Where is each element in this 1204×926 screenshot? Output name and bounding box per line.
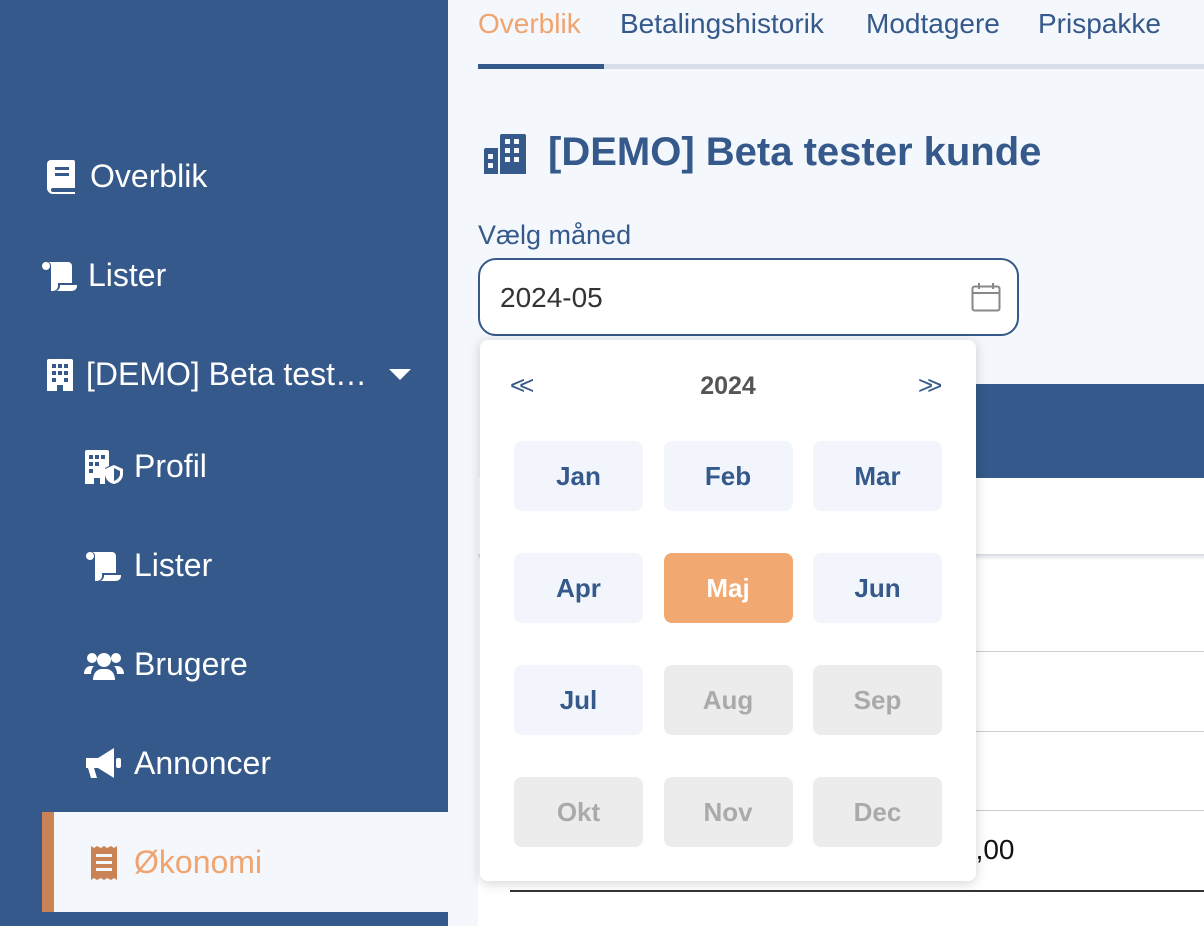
table-total-divider <box>510 890 1204 892</box>
sidebar-item-label: [DEMO] Beta test… <box>86 356 367 392</box>
month-cell: Nov <box>663 777 793 847</box>
month-cell[interactable]: Maj <box>663 553 793 623</box>
month-cell[interactable]: Jul <box>514 665 643 735</box>
sidebar-item-label: Profil <box>134 448 207 484</box>
sidebar-item-annoncer[interactable]: Annoncer <box>84 745 271 782</box>
month-cell: Okt <box>514 777 643 847</box>
sidebar-item-lister-sub[interactable]: Lister <box>84 547 212 584</box>
megaphone-icon <box>84 746 124 782</box>
active-tab-indicator <box>478 64 604 69</box>
table-row-divider <box>975 810 1204 811</box>
month-cell: Dec <box>813 777 942 847</box>
sidebar-item-customer[interactable]: [DEMO] Beta test… <box>44 356 411 393</box>
calendar-icon[interactable] <box>971 282 1001 312</box>
sidebar-item-label: Lister <box>88 257 167 293</box>
month-input-value: 2024-05 <box>500 282 603 313</box>
users-icon <box>84 647 124 683</box>
month-cell: Sep <box>813 665 942 735</box>
table-row-divider <box>975 651 1204 652</box>
tab-betalingshistorik[interactable]: Betalingshistorik <box>620 8 824 40</box>
sidebar-item-label: Brugere <box>134 646 248 682</box>
book-icon <box>44 159 80 195</box>
scroll-icon <box>42 258 78 294</box>
month-cell[interactable]: Jun <box>813 553 942 623</box>
sidebar-item-label: Overblik <box>90 158 208 194</box>
month-cell[interactable]: Jan <box>514 441 643 511</box>
month-input[interactable]: 2024-05 <box>478 258 1019 336</box>
tab-modtagere[interactable]: Modtagere <box>866 8 1000 40</box>
receipt-icon <box>84 845 124 881</box>
sidebar-item-okonomi[interactable]: Økonomi <box>84 844 262 881</box>
year-label[interactable]: 2024 <box>480 372 976 401</box>
sidebar-item-profil[interactable]: Profil <box>84 448 207 485</box>
month-picker-popup: << 2024 >> Jan Feb Mar Apr Maj Jun Jul Aug Sep Ok… <box>480 340 976 881</box>
month-cell[interactable]: Mar <box>813 441 942 511</box>
caret-down-icon <box>388 369 411 380</box>
active-indicator <box>42 812 54 912</box>
month-cell[interactable]: Apr <box>514 553 643 623</box>
tab-prispakke[interactable]: Prispakke <box>1038 8 1161 40</box>
building-icon <box>44 357 76 393</box>
month-cell: Aug <box>663 665 793 735</box>
sidebar: Overblik Lister [DEMO] Beta test… Profil… <box>0 0 448 926</box>
sidebar-item-label: Lister <box>134 547 213 583</box>
building-shield-icon <box>84 449 124 485</box>
sidebar-item-okonomi-active[interactable]: Økonomi <box>42 812 448 912</box>
sidebar-item-label: Økonomi <box>134 844 263 880</box>
sidebar-item-brugere[interactable]: Brugere <box>84 646 248 683</box>
page-title: [DEMO] Beta tester kunde <box>548 130 1042 174</box>
month-cell[interactable]: Feb <box>663 441 793 511</box>
buildings-icon <box>484 134 528 176</box>
month-label: Vælg måned <box>478 220 632 250</box>
table-row-divider <box>975 731 1204 732</box>
scroll-icon <box>84 548 124 584</box>
table-header <box>975 384 1204 478</box>
next-year-button[interactable]: >> <box>918 370 943 401</box>
sidebar-item-lister[interactable]: Lister <box>42 257 166 294</box>
sidebar-item-overblik[interactable]: Overblik <box>44 158 207 195</box>
sidebar-item-label: Annoncer <box>134 745 271 781</box>
tab-overblik[interactable]: Overblik <box>478 8 581 40</box>
tab-bar: Overblik Betalingshistorik Modtagere Pri… <box>478 0 1204 70</box>
